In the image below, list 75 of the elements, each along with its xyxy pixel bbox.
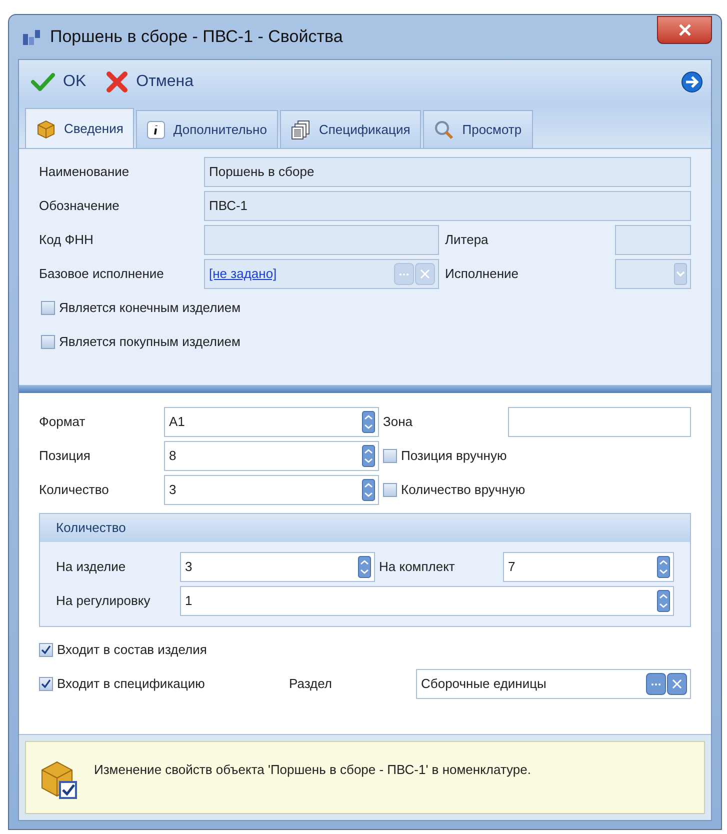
group-title: Количество — [56, 519, 126, 538]
spinner-icon — [657, 590, 670, 612]
input-field[interactable]: 3 — [164, 475, 379, 505]
field-label: На комплект — [379, 558, 456, 576]
input-field[interactable]: Сборочные единицы — [416, 669, 691, 699]
ellipsis-icon — [651, 682, 661, 686]
input-field[interactable]: A1 — [164, 407, 379, 437]
field-label: Обозначение — [39, 197, 120, 216]
spinner-icon — [362, 445, 375, 467]
field-label: Исполнение — [445, 265, 520, 284]
field-label: На изделие — [56, 558, 127, 576]
spinner-icon — [657, 556, 670, 578]
checkbox[interactable] — [41, 335, 55, 349]
dropdown-icon — [674, 263, 687, 285]
input-field[interactable]: ПВС-1 — [204, 191, 691, 221]
checkbox-label: Позиция вручную — [401, 447, 507, 466]
input-field[interactable]: Поршень в сборе — [204, 157, 691, 187]
input-field[interactable] — [615, 225, 691, 255]
browse-button[interactable] — [646, 673, 666, 695]
window-title: Поршень в сборе - ПВС-1 - Свойства — [50, 26, 344, 48]
cross-icon — [106, 71, 128, 93]
document-stack-icon — [290, 120, 311, 140]
checkbox[interactable] — [383, 449, 397, 463]
checkbox[interactable] — [39, 677, 53, 691]
checkbox-label: Является покупным изделием — [59, 333, 240, 352]
box-check-icon — [40, 760, 78, 800]
tab[interactable]: Дополнительно — [136, 110, 278, 148]
checkbox-label: Входит в спецификацию — [57, 675, 205, 694]
input-field[interactable] — [204, 225, 439, 255]
field-label: Позиция — [39, 447, 92, 466]
checkbox-label: Является конечным изделием — [59, 299, 241, 318]
spinner-icon — [358, 556, 371, 578]
field-label: Базовое исполнение — [39, 265, 165, 284]
checkbox[interactable] — [41, 301, 55, 315]
checkbox-label: Входит в состав изделия — [57, 641, 207, 660]
close-button[interactable] — [657, 16, 712, 44]
field-label: Зона — [383, 413, 414, 432]
toolbar-button[interactable]: OK — [27, 70, 90, 94]
arrow-right-icon[interactable] — [681, 71, 703, 93]
field-label: Количество — [39, 481, 110, 500]
input-field[interactable] — [508, 407, 691, 437]
field-label: Раздел — [289, 675, 333, 694]
ellipsis-icon — [399, 272, 409, 276]
input-field[interactable]: 8 — [164, 441, 379, 471]
field-label: Код ФНН — [39, 231, 94, 250]
input-field[interactable]: 7 — [503, 552, 674, 582]
input-field[interactable] — [615, 259, 691, 289]
toolbar-button[interactable]: Отмена — [102, 70, 198, 94]
close-icon — [672, 679, 682, 689]
field-label: На регулировку — [56, 592, 152, 610]
input-field[interactable]: 3 — [180, 552, 375, 582]
checkbox-label: Количество вручную — [401, 481, 526, 500]
close-icon — [420, 269, 430, 279]
spinner-icon — [362, 479, 375, 501]
close-icon — [678, 24, 692, 36]
clear-button[interactable] — [667, 673, 687, 695]
tab[interactable]: Просмотр — [423, 110, 533, 148]
checkbox[interactable] — [383, 483, 397, 497]
field-label: Наименование — [39, 163, 130, 182]
checkmark-icon — [31, 73, 55, 91]
checkbox[interactable] — [39, 643, 53, 657]
tab[interactable]: Сведения — [25, 108, 134, 148]
magnifier-icon — [434, 120, 454, 140]
spinner-icon — [362, 411, 375, 433]
app-icon — [22, 28, 42, 46]
field-label: Литера — [445, 231, 490, 250]
status-message: Изменение свойств объекта 'Поршень в сборе - ПВС-1' в номенклатуре. — [94, 761, 531, 779]
field-label: Формат — [39, 413, 86, 432]
input-field[interactable]: 1 — [180, 586, 674, 616]
tab[interactable]: Спецификация — [280, 110, 422, 148]
splitter[interactable] — [19, 385, 711, 393]
box-icon — [36, 118, 56, 138]
checkmark-icon — [41, 645, 51, 655]
info-icon — [147, 120, 166, 138]
checkmark-icon — [41, 679, 51, 689]
